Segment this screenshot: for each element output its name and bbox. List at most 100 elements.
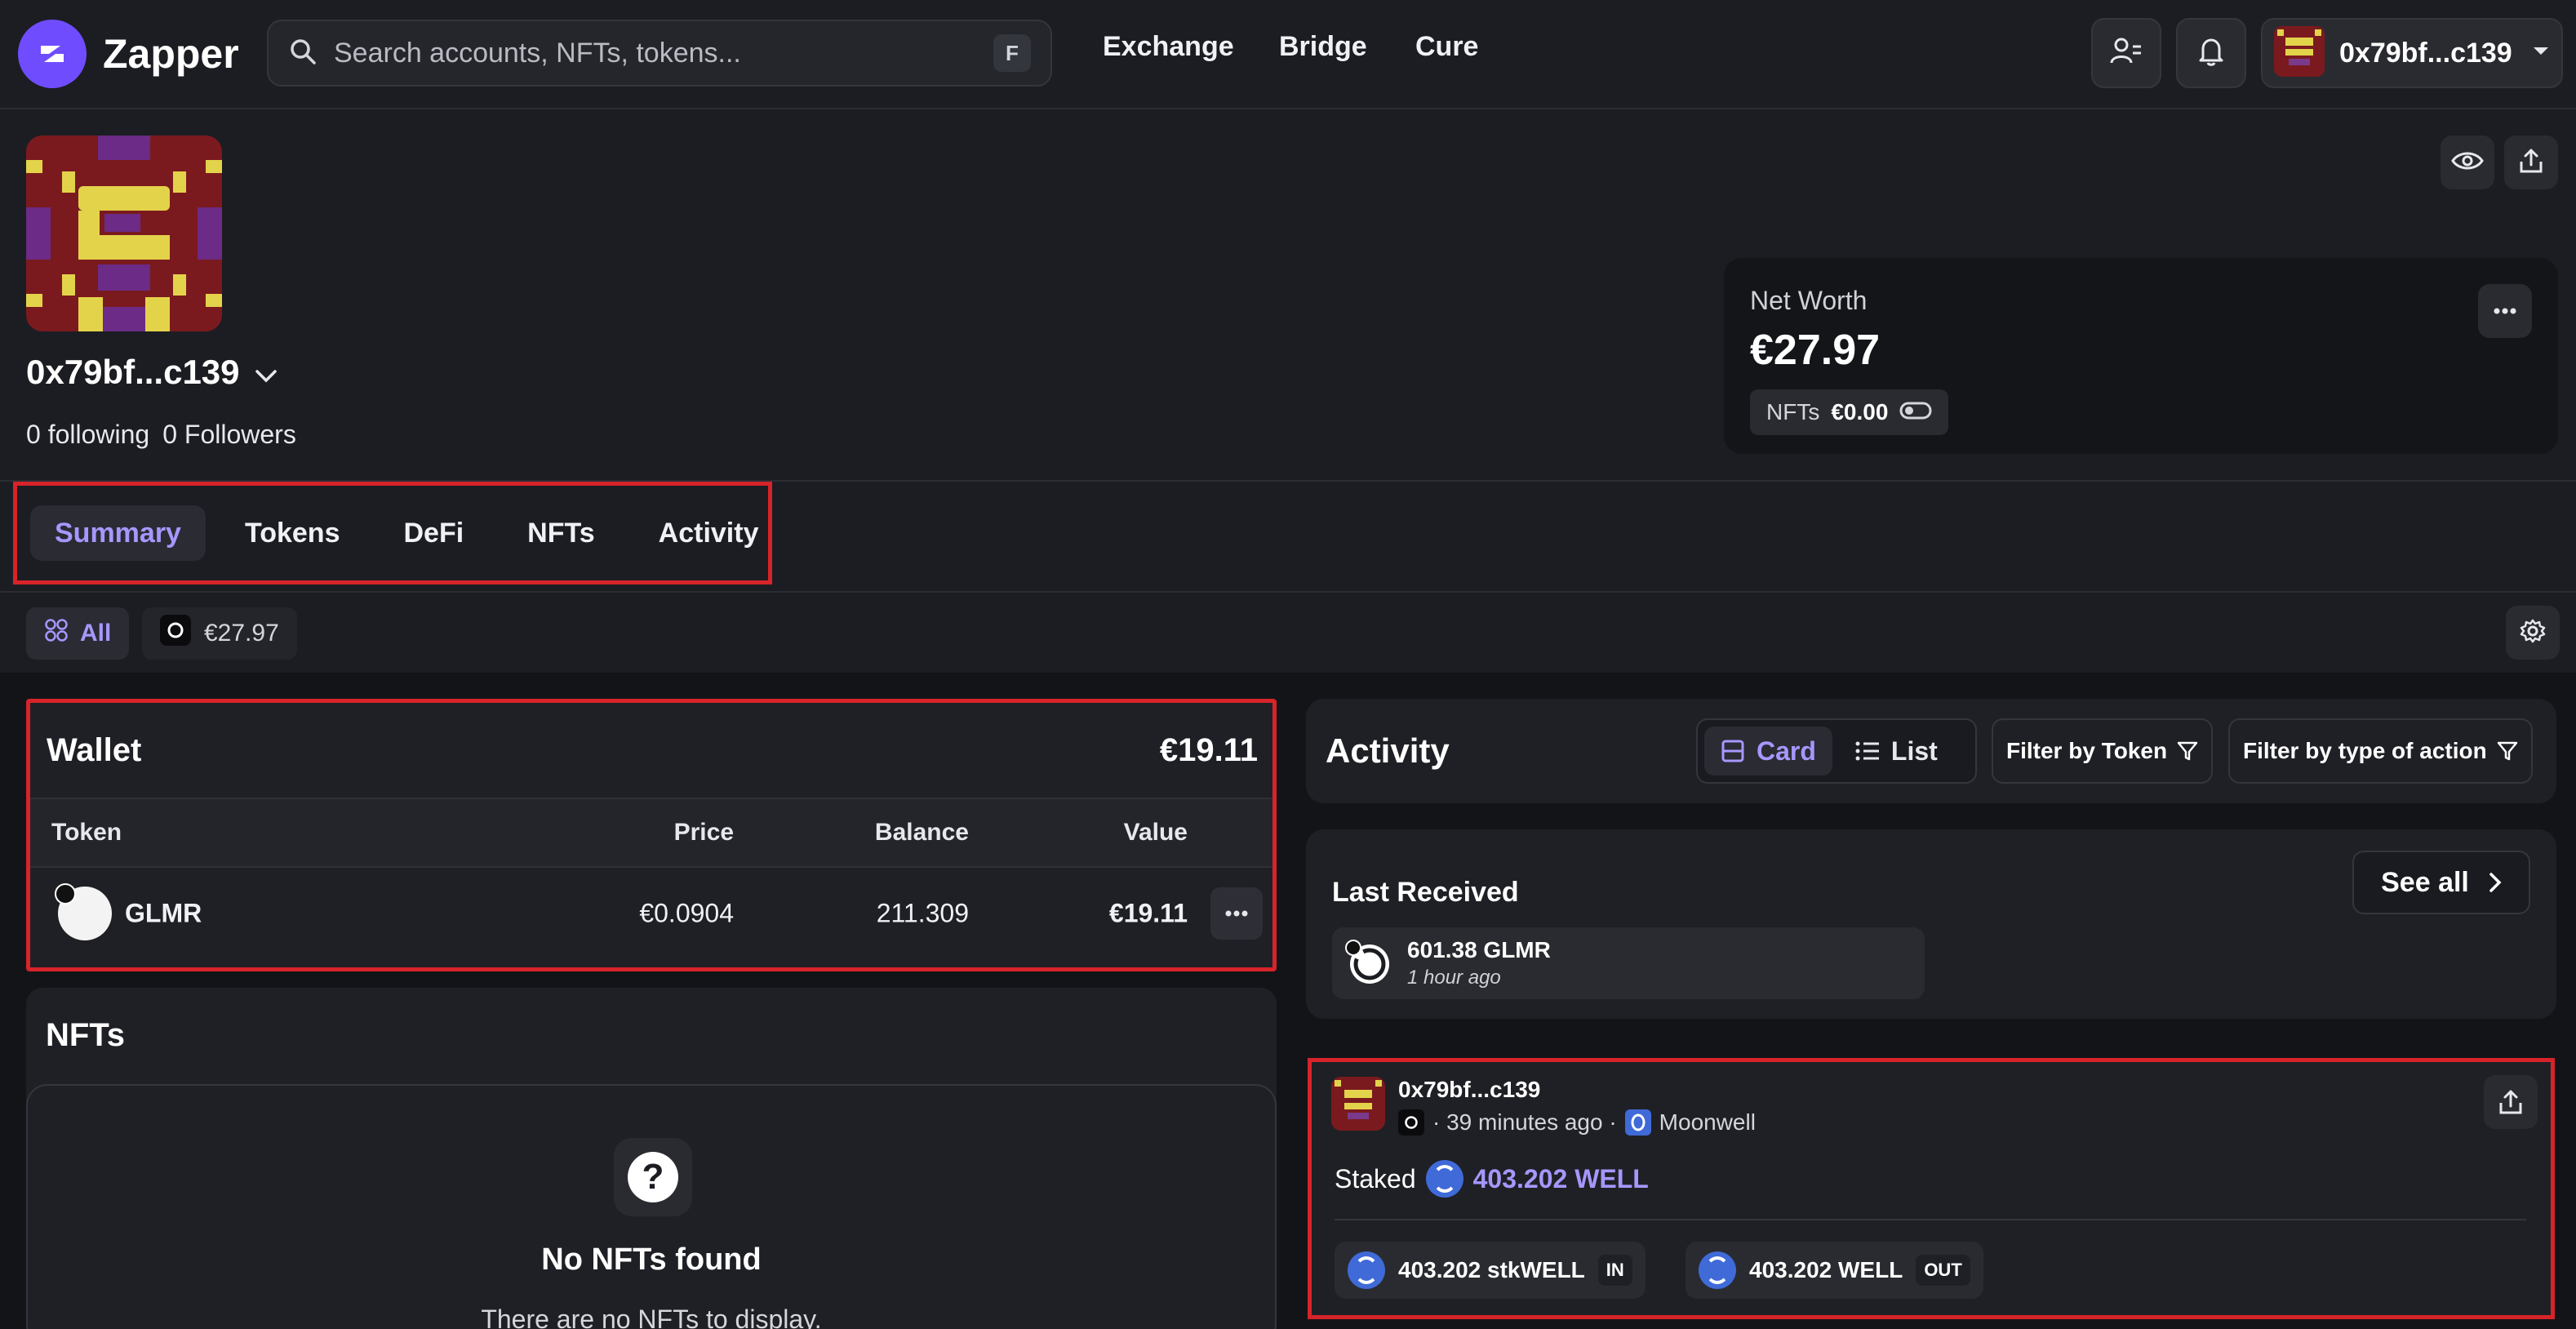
nav-cure[interactable]: Cure: [1415, 31, 1478, 63]
tab-summary[interactable]: Summary: [30, 505, 206, 561]
following-count[interactable]: 0 following: [26, 420, 149, 450]
eye-icon: [2451, 149, 2484, 176]
account-address: 0x79bf...c139: [2339, 37, 2512, 69]
network-filter-value: €27.97: [204, 620, 279, 647]
wallet-header: Wallet €19.11: [30, 703, 1272, 798]
see-all-button[interactable]: See all: [2352, 851, 2530, 914]
wallet-total: €19.11: [1159, 731, 1258, 768]
tab-tokens[interactable]: Tokens: [220, 505, 365, 561]
activity-action: Staked: [1335, 1163, 1416, 1193]
column-value: Value: [1123, 819, 1188, 846]
zapper-logo[interactable]: Zapper: [18, 20, 239, 88]
stkwell-token-icon: [1348, 1251, 1385, 1289]
column-token: Token: [51, 819, 122, 846]
filter-by-action-button[interactable]: Filter by type of action: [2228, 718, 2533, 784]
network-filter-all-label: All: [80, 620, 112, 647]
token-out-chip[interactable]: 403.202 WELL OUT: [1686, 1242, 1983, 1299]
table-row[interactable]: GLMR €0.0904 211.309 €19.11: [30, 868, 1272, 959]
list-view-icon: [1855, 741, 1879, 761]
bell-icon: [2195, 35, 2227, 72]
received-amount: 601.38 GLMR: [1407, 937, 1551, 962]
tab-nfts[interactable]: NFTs: [503, 505, 619, 561]
follow-stats: 0 following 0 Followers: [26, 420, 296, 450]
column-price: Price: [673, 819, 734, 846]
followers-count[interactable]: 0 Followers: [162, 420, 296, 450]
filter-icon: [2177, 741, 2198, 761]
activity-meta: · 39 minutes ago · Moonwell: [1398, 1109, 1756, 1136]
token-value: €19.11: [1108, 898, 1188, 928]
token-out-amount: 403.202 WELL: [1749, 1257, 1903, 1282]
token-in-amount: 403.202 stkWELL: [1398, 1257, 1585, 1282]
search-input[interactable]: [334, 37, 977, 69]
view-mode-toggle: Card List: [1696, 718, 1977, 784]
token-out-tag: OUT: [1916, 1255, 1970, 1286]
token-in-chip[interactable]: 403.202 stkWELL IN: [1335, 1242, 1646, 1299]
divider: [1335, 1219, 2526, 1220]
network-filter-moonbeam[interactable]: €27.97: [142, 607, 297, 660]
view-card-button[interactable]: Card: [1704, 727, 1832, 776]
network-filter-bar: [0, 593, 2576, 673]
tab-defi[interactable]: DeFi: [379, 505, 488, 561]
actor-address[interactable]: 0x79bf...c139: [1398, 1077, 1540, 1103]
activity-header: Activity Card List Filter by Token Filte…: [1306, 699, 2556, 803]
share-profile-button[interactable]: [2504, 136, 2558, 189]
search-shortcut-key: F: [993, 34, 1031, 72]
view-card-label: Card: [1757, 736, 1816, 766]
see-all-label: See all: [2381, 866, 2469, 898]
moonbeam-network-icon: [160, 615, 191, 652]
search-bar[interactable]: F: [267, 20, 1052, 87]
nfts-empty-title: No NFTs found: [541, 1242, 762, 1277]
well-token-icon: [1425, 1160, 1463, 1198]
last-received-card: Last Received See all 601.38 GLMR 1 hour…: [1306, 829, 2556, 1019]
portfolio-settings-button[interactable]: [2506, 606, 2560, 660]
net-worth-more-button[interactable]: [2478, 284, 2532, 338]
chevron-down-icon: [2532, 46, 2550, 61]
account-menu-button[interactable]: 0x79bf...c139: [2261, 18, 2563, 88]
chevron-down-icon: [255, 353, 278, 392]
token-more-button[interactable]: [1210, 887, 1263, 940]
question-icon: ?: [614, 1138, 692, 1216]
grid-icon: [44, 618, 69, 649]
received-item[interactable]: 601.38 GLMR 1 hour ago: [1332, 927, 1925, 999]
filter-by-token-label: Filter by Token: [2006, 738, 2168, 763]
toggle-icon: [1899, 399, 1932, 425]
nav-bridge[interactable]: Bridge: [1279, 31, 1367, 63]
brand-name: Zapper: [103, 31, 239, 77]
hide-balances-button[interactable]: [2441, 136, 2494, 189]
user-list-icon: [2108, 33, 2144, 73]
activity-protocol[interactable]: Moonwell: [1659, 1109, 1756, 1136]
activity-amount[interactable]: 403.202 WELL: [1473, 1164, 1649, 1194]
profile-address-dropdown[interactable]: 0x79bf...c139: [26, 353, 278, 392]
view-list-label: List: [1890, 736, 1938, 766]
share-icon: [2499, 1090, 2522, 1114]
tab-activity[interactable]: Activity: [634, 505, 784, 561]
glmr-token-icon: [1345, 940, 1389, 984]
glmr-token-icon: [55, 883, 112, 940]
nav-exchange[interactable]: Exchange: [1103, 31, 1234, 63]
nft-worth-toggle[interactable]: NFTs €0.00: [1750, 389, 1949, 435]
account-avatar: [2274, 25, 2325, 81]
moonwell-icon: [1624, 1109, 1651, 1136]
search-icon: [288, 37, 318, 70]
token-price: €0.0904: [639, 898, 734, 928]
received-time: 1 hour ago: [1407, 967, 1501, 989]
nfts-empty-subtitle: There are no NFTs to display.: [481, 1305, 822, 1329]
share-activity-button[interactable]: [2484, 1075, 2538, 1129]
filter-icon: [2497, 741, 2517, 761]
wallet-title: Wallet: [47, 731, 142, 768]
nft-worth-value: €0.00: [1831, 399, 1889, 424]
well-token-icon: [1699, 1251, 1736, 1289]
profile-tabs: Summary Tokens DeFi NFTs Activity: [13, 482, 772, 584]
notifications-button[interactable]: [2176, 18, 2246, 88]
network-filter-all[interactable]: All: [26, 607, 130, 660]
token-balance: 211.309: [876, 898, 969, 928]
card-view-icon: [1721, 740, 1744, 762]
share-icon: [2517, 147, 2545, 179]
contacts-button[interactable]: [2091, 18, 2161, 88]
profile-address: 0x79bf...c139: [26, 353, 240, 391]
net-worth-value: €27.97: [1750, 327, 1881, 374]
filter-by-token-button[interactable]: Filter by Token: [1992, 718, 2214, 784]
token-name: GLMR: [125, 898, 202, 928]
view-list-button[interactable]: List: [1839, 727, 1954, 776]
net-worth-label: Net Worth: [1750, 286, 1868, 315]
